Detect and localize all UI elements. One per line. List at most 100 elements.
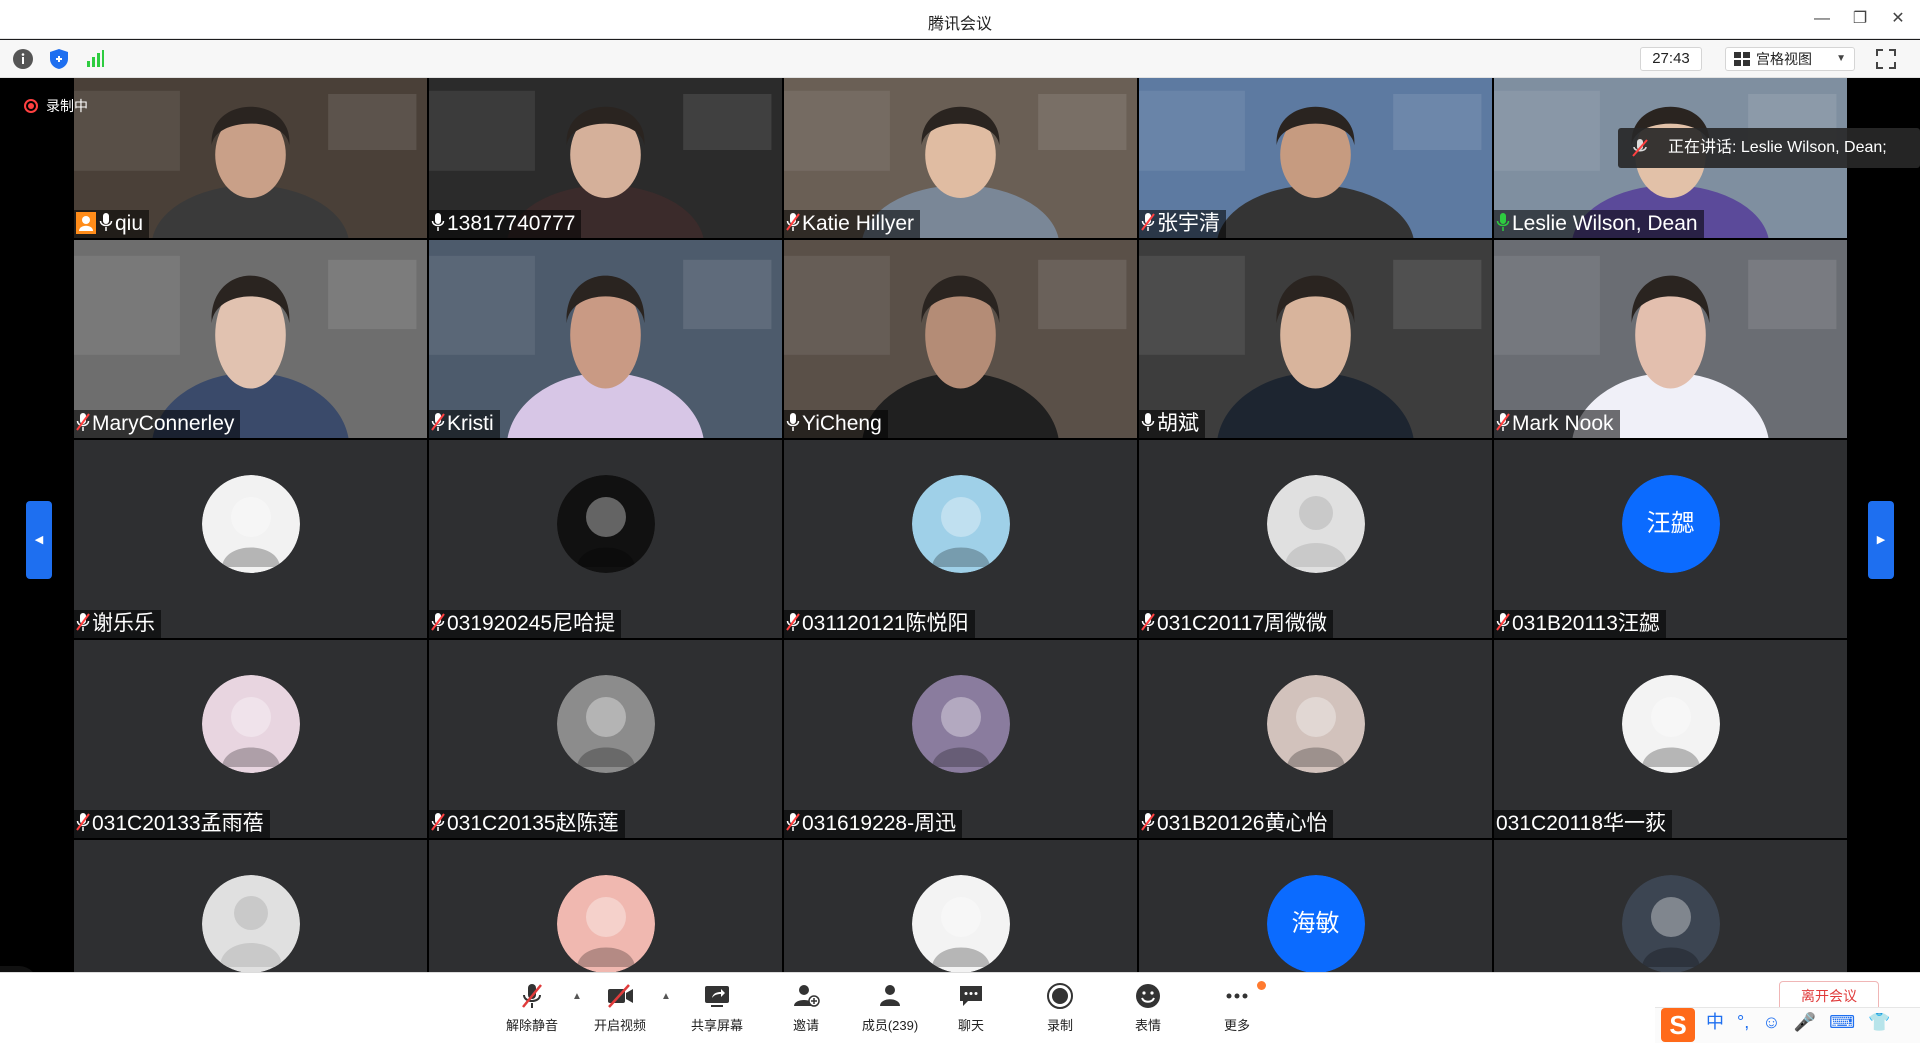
participant-tile[interactable]: MaryConnerley [74,240,427,438]
skin-icon[interactable]: 👕 [1868,1012,1890,1033]
smiley-icon[interactable]: ☺ [1762,1012,1780,1033]
participant-tile[interactable]: qiu [74,78,427,238]
voice-input-icon[interactable]: 🎤 [1794,1012,1816,1033]
info-icon[interactable] [12,48,34,70]
avatar-image [556,675,655,773]
previous-page-button[interactable]: ◀ [26,501,52,579]
more-dots-icon [1226,993,1248,999]
participant-tile[interactable] [74,840,427,972]
participant-name: 031920245尼哈提 [447,612,616,635]
notification-dot [1257,981,1266,990]
cartoon-avatar [556,675,655,773]
window-title: 腾讯会议 [927,16,992,33]
participant-tile[interactable] [784,840,1137,972]
participant-name-bar: 张宇清 [1139,210,1226,238]
video-feed [1139,240,1492,438]
participant-name-bar: 13817740777 [429,210,582,238]
participant-tile[interactable]: 031920245尼哈提 [429,440,782,638]
participant-tile[interactable]: YiCheng [784,240,1137,438]
participant-tile[interactable]: 海敏 [1139,840,1492,972]
chevron-down-icon: ▼ [1836,53,1846,64]
avatar-image [201,675,300,773]
chat-button[interactable]: 聊天 [931,979,1011,1039]
participant-name: Kristi [447,412,494,435]
participant-name: 031B20113汪勰 [1512,612,1660,635]
participant-tile[interactable]: 031C20133孟雨蓓 [74,640,427,838]
start-video-button[interactable]: 开启视频 [580,979,660,1039]
participant-tile[interactable]: 031C20135赵陈莲 [429,640,782,838]
ime-mode-label[interactable]: 中 [1706,1008,1724,1034]
participant-name-bar: Leslie Wilson, Dean [1494,210,1704,238]
participant-tile[interactable]: 张宇清 [1139,78,1492,238]
sogou-logo-icon[interactable]: S [1661,1008,1695,1042]
record-icon [1047,983,1073,1009]
restore-button[interactable]: ❐ [1846,6,1874,32]
minimize-button[interactable]: — [1808,6,1836,32]
participant-name: 031C20117周微微 [1157,612,1328,635]
participant-name-bar: qiu [74,210,150,238]
participant-name-bar: 031120121陈悦阳 [784,610,975,638]
members-button[interactable]: 成员(239) [850,979,930,1039]
recording-dot-icon [24,99,38,113]
participant-tile[interactable]: 031C20117周微微 [1139,440,1492,638]
participant-tile[interactable]: Mark Nook [1494,240,1847,438]
participant-tile[interactable]: 13817740777 [429,78,782,238]
participant-name-bar: Katie Hillyer [784,210,921,238]
participant-tile[interactable] [429,840,782,972]
participant-name: Leslie Wilson, Dean [1512,212,1698,235]
avatar-image [201,475,300,573]
fullscreen-icon[interactable] [1876,49,1896,69]
participant-tile[interactable]: 谢乐乐 [74,440,427,638]
participant-tile[interactable]: Katie Hillyer [784,78,1137,238]
emoji-icon [1136,984,1160,1008]
view-mode-dropdown[interactable]: 宫格视图 ▼ [1725,47,1855,71]
participant-name-bar: 031619228-周迅 [784,810,963,838]
muted-mic-icon [1141,813,1155,831]
network-signal-icon[interactable] [84,48,106,70]
list-icon [0,966,38,972]
participant-tile[interactable]: 031120121陈悦阳 [784,440,1137,638]
participant-list-toggle[interactable] [0,966,38,972]
participant-name-bar: 031B20126黄心怡 [1139,810,1334,838]
share-screen-button[interactable]: 共享屏幕 [677,979,757,1039]
video-feed [429,240,782,438]
keyboard-icon[interactable]: ⌨ [1829,1012,1855,1033]
participant-name: 13817740777 [447,212,576,235]
muted-mic-icon [431,813,445,831]
avatar-initials: 汪勰 [1621,475,1720,573]
reactions-button[interactable]: 表情 [1108,979,1188,1039]
participant-tile[interactable]: 031C20118华一荻 [1494,640,1847,838]
participant-tile[interactable] [1494,840,1847,972]
participant-name: 张宇清 [1157,212,1220,235]
members-icon [880,985,900,1006]
mic-icon [431,213,445,231]
avatar-image [911,475,1010,573]
avatar-image [1266,475,1365,573]
invite-button[interactable]: 邀请 [766,979,846,1039]
close-button[interactable]: ✕ [1884,6,1912,32]
avatar-image [911,875,1010,972]
participant-tile[interactable]: 031B20126黄心怡 [1139,640,1492,838]
participant-name-bar: 031C20117周微微 [1139,610,1334,638]
participant-name: qiu [115,212,144,235]
participant-tile[interactable]: 胡斌 [1139,240,1492,438]
muted-mic-icon [1496,413,1510,431]
punctuation-icon[interactable]: °, [1737,1012,1749,1033]
next-page-button[interactable]: ▶ [1868,501,1894,579]
muted-mic-icon [1496,613,1510,631]
girl-sunglasses-avatar [201,675,300,773]
security-shield-icon[interactable] [48,48,70,70]
meeting-timer: 27:43 [1640,47,1702,71]
participant-tile[interactable]: Kristi [429,240,782,438]
video-options-chevron-icon[interactable]: ▲ [659,991,673,1005]
angel-statue-avatar [556,475,655,573]
input-method-bar: S 中 °, ☺ 🎤 ⌨ 👕 ▦ [1655,1007,1920,1045]
members-label: 成员(239) [861,1018,919,1033]
share-screen-label: 共享屏幕 [690,1018,743,1033]
record-button[interactable]: 录制 [1020,979,1100,1039]
video-feed [74,240,427,438]
participant-tile[interactable]: 汪勰 031B20113汪勰 [1494,440,1847,638]
participant-name-bar: Kristi [429,410,500,438]
unmute-button[interactable]: 解除静音 [492,979,572,1039]
participant-tile[interactable]: 031619228-周迅 [784,640,1137,838]
